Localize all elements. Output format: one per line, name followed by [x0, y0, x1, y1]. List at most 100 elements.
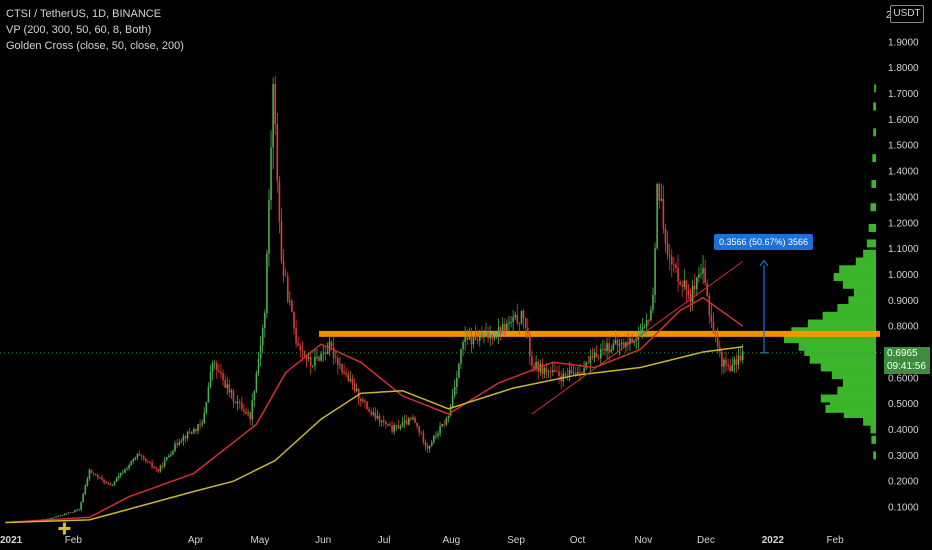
candle-body	[159, 465, 162, 472]
candle-body	[698, 274, 700, 278]
volume-profile-bar	[855, 257, 876, 266]
candle-body	[80, 502, 82, 510]
candle-body	[583, 368, 585, 374]
candle-body	[585, 362, 587, 369]
candle-body	[316, 356, 318, 358]
candle-body	[274, 84, 277, 125]
legend-symbol-title[interactable]: CTSI / TetherUS, 1D, BINANCE	[6, 6, 184, 22]
candle-body	[272, 84, 274, 148]
price-axis-tick: 1.8000	[888, 63, 919, 74]
candle-body	[165, 457, 168, 461]
candle-body	[339, 364, 341, 366]
candle-body	[435, 435, 437, 437]
volume-profile-bar	[870, 425, 876, 434]
candle-body	[666, 243, 669, 255]
candle-body	[266, 253, 268, 314]
candle-body	[90, 469, 93, 473]
candle-body	[69, 512, 72, 514]
candle-body	[549, 371, 552, 373]
candle-body	[602, 348, 604, 350]
candle-body	[639, 332, 642, 335]
resistance-zone[interactable]	[319, 330, 880, 337]
candle-body	[368, 409, 370, 412]
candle-body	[654, 248, 656, 295]
candle-body	[514, 314, 517, 318]
candle-body	[416, 422, 418, 427]
legend-golden-cross[interactable]: Golden Cross (close, 50, close, 200)	[6, 38, 184, 54]
measure-label[interactable]: 0.3566 (50.67%) 3566	[714, 234, 814, 250]
candle-body	[428, 445, 431, 449]
candle-body	[422, 432, 425, 442]
candle-body	[710, 315, 713, 322]
time-axis-tick: Sep	[507, 535, 525, 546]
candle-body	[485, 332, 487, 335]
candle-body	[249, 412, 251, 420]
time-axis-tick: Apr	[188, 535, 204, 546]
resistance-zone-bar[interactable]	[319, 330, 880, 337]
candle-body	[257, 358, 260, 373]
candle-body	[543, 368, 546, 374]
chart-background	[0, 0, 932, 550]
legend-volume-profile[interactable]: VP (200, 300, 50, 60, 8, Both)	[6, 22, 184, 38]
candle-body	[453, 386, 456, 396]
volume-profile-bar	[873, 128, 876, 137]
volume-profile-bar	[873, 102, 876, 111]
candle-body	[426, 446, 429, 449]
candle-body	[503, 324, 506, 331]
price-axis-tick: 0.6000	[888, 373, 919, 384]
candle-body	[537, 361, 539, 372]
candle-body	[190, 432, 193, 434]
time-axis-tick: Aug	[442, 535, 460, 546]
candle-body	[618, 344, 621, 346]
candle-body	[147, 461, 149, 462]
volume-profile-bar	[853, 288, 876, 297]
price-chart[interactable]: 0.10000.20000.30000.40000.50000.60000.70…	[0, 0, 932, 550]
candle-body	[134, 457, 137, 460]
candle-body	[326, 351, 329, 354]
candle-body	[391, 425, 393, 432]
candle-body	[140, 455, 143, 457]
candle-body	[677, 267, 679, 282]
candle-body	[349, 379, 352, 381]
candle-body	[433, 436, 435, 443]
candle-body	[314, 357, 316, 366]
candle-body	[157, 468, 160, 472]
candle-body	[554, 370, 556, 372]
candle-body	[656, 184, 658, 249]
candle-body	[647, 319, 650, 321]
candle-body	[660, 198, 663, 201]
price-axis-tick: 0.8000	[888, 322, 919, 333]
candle-body	[403, 420, 406, 423]
price-axis-tick: 1.9000	[888, 37, 919, 48]
candle-body	[374, 412, 377, 419]
candle-body	[65, 513, 68, 515]
time-axis-tick: Jul	[378, 535, 391, 546]
candle-body	[380, 420, 383, 422]
candle-body	[364, 400, 366, 402]
candle-body	[207, 386, 210, 402]
candle-body	[606, 343, 608, 352]
candle-body	[92, 472, 95, 474]
candle-body	[330, 341, 333, 348]
candle-body	[211, 363, 214, 372]
candle-body	[614, 339, 617, 344]
volume-profile-bar	[870, 203, 876, 212]
candle-body	[466, 336, 469, 340]
candle-body	[234, 401, 237, 404]
price-axis-tick: 1.0000	[888, 270, 919, 281]
candle-body	[299, 345, 302, 351]
candle-body	[251, 400, 254, 420]
candle-body	[529, 334, 531, 357]
candle-body	[476, 339, 479, 341]
candle-body	[278, 180, 281, 222]
candle-body	[472, 335, 475, 345]
candle-body	[295, 328, 297, 344]
candle-body	[105, 482, 107, 484]
candle-body	[311, 365, 314, 367]
currency-button[interactable]: USDT	[890, 5, 924, 23]
candle-body	[286, 276, 289, 302]
candle-body	[700, 273, 702, 275]
candle-body	[712, 321, 715, 334]
candle-body	[481, 333, 483, 338]
candle-body	[401, 422, 404, 427]
